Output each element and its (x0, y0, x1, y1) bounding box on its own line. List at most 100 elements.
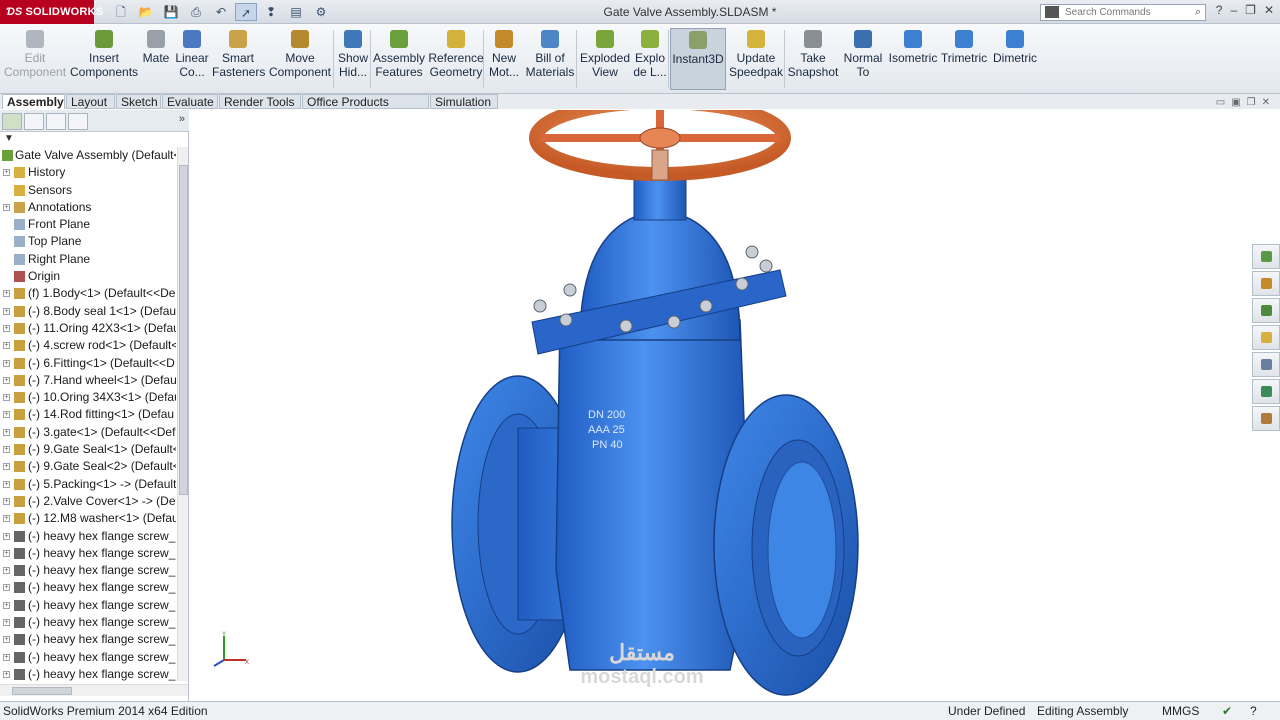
expand-toggle-icon[interactable]: + (3, 376, 10, 384)
help-icon[interactable]: ? (1216, 3, 1223, 17)
search-scope-icon[interactable] (1045, 6, 1059, 18)
dimetric-button[interactable]: Dimetric (990, 28, 1040, 90)
insert-components-button[interactable]: Insert Components (70, 28, 138, 90)
undo-icon[interactable]: ↶ (210, 3, 232, 21)
tree-item[interactable]: Right Plane (0, 251, 176, 268)
expand-toggle-icon[interactable]: + (3, 515, 10, 523)
file-properties-icon[interactable]: ▤ (285, 3, 307, 21)
tab-layout[interactable]: Layout (66, 94, 115, 109)
expand-toggle-icon[interactable]: + (3, 169, 10, 177)
open-folder-icon[interactable]: 📂 (135, 3, 157, 21)
expand-toggle-icon[interactable]: + (3, 619, 10, 627)
normal-to-button[interactable]: Normal To (840, 28, 886, 90)
new-document-icon[interactable]: 🗋 (110, 3, 132, 21)
rebuild-status-icon[interactable]: ✔ (1222, 702, 1232, 720)
tree-item[interactable]: + (-) 2.Valve Cover<1> -> (De (0, 493, 176, 510)
tree-item[interactable]: + (-) 3.gate<1> (Default<<Def (0, 424, 176, 441)
configuration-manager-tab-icon[interactable] (46, 113, 66, 130)
tree-vertical-scrollbar[interactable] (177, 147, 188, 681)
viewport-close-icon[interactable]: ✕ (1262, 97, 1270, 108)
restore-icon[interactable]: ❐ (1245, 3, 1256, 17)
expand-toggle-icon[interactable]: + (3, 290, 10, 298)
tree-item[interactable]: + (-) 8.Body seal 1<1> (Defaul (0, 303, 176, 320)
tab-assembly[interactable]: Assembly (2, 94, 65, 109)
tree-item[interactable]: + (-) heavy hex flange screw_ar (0, 579, 176, 596)
tree-item[interactable]: + (-) heavy hex flange screw_ar (0, 545, 176, 562)
expand-toggle-icon[interactable]: + (3, 463, 10, 471)
expand-toggle-icon[interactable]: + (3, 636, 10, 644)
tree-item[interactable]: Sensors (0, 182, 176, 199)
tab-render-tools[interactable]: Render Tools (219, 94, 301, 109)
expand-toggle-icon[interactable]: + (3, 342, 10, 350)
move-component-button[interactable]: Move Component (268, 28, 332, 90)
expand-toggle-icon[interactable]: + (3, 670, 10, 678)
minimize-icon[interactable]: – (1230, 3, 1237, 17)
gate-valve-model[interactable]: DN 200 AAA 25 PN 40 (430, 110, 890, 701)
select-arrow-icon[interactable]: ➚ (235, 3, 257, 21)
expand-toggle-icon[interactable]: + (3, 307, 10, 315)
close-icon[interactable]: ✕ (1264, 3, 1274, 17)
tree-item[interactable]: + (-) 10.Oring 34X3<1> (Defau (0, 389, 176, 406)
tree-item[interactable]: + (-) 6.Fitting<1> (Default<<D (0, 355, 176, 372)
tree-item[interactable]: + (-) heavy hex flange screw_ar (0, 528, 176, 545)
solidworks-logo[interactable]: ƊS SOLIDWORKS (0, 0, 103, 24)
tree-item[interactable]: + Annotations (0, 199, 176, 216)
expand-toggle-icon[interactable]: + (3, 567, 10, 575)
expand-toggle-icon[interactable]: + (3, 411, 10, 419)
tree-item[interactable]: + (-) heavy hex flange screw_ar (0, 666, 176, 681)
expand-toggle-icon[interactable]: + (3, 549, 10, 557)
expand-toggle-icon[interactable]: + (3, 203, 10, 211)
print-icon[interactable]: ⎙ (185, 3, 207, 21)
rebuild-icon[interactable]: ❢ (260, 3, 282, 21)
tree-item[interactable]: + (f) 1.Body<1> (Default<<De (0, 285, 176, 302)
smart-fasteners-button[interactable]: Smart Fasteners (212, 28, 265, 90)
options-icon[interactable]: ⚙ (310, 3, 332, 21)
tree-item[interactable]: + (-) 14.Rod fitting<1> (Defau (0, 406, 176, 423)
reference-geometry-button[interactable]: Reference Geometry (428, 28, 484, 90)
hand-wheel[interactable] (529, 110, 791, 181)
tree-item[interactable]: + (-) heavy hex flange screw_ar (0, 631, 176, 648)
instant3d-button[interactable]: Instant3D (670, 28, 726, 90)
viewport-restore-icon[interactable]: ❐ (1247, 97, 1256, 108)
viewport-tile-icon[interactable]: ▣ (1231, 97, 1240, 108)
tree-item[interactable]: + (-) 12.M8 washer<1> (Defau (0, 510, 176, 527)
isometric-button[interactable]: Isometric (888, 28, 938, 90)
expand-toggle-icon[interactable]: + (3, 428, 10, 436)
expand-toggle-icon[interactable]: + (3, 359, 10, 367)
tree-item[interactable]: Origin (0, 268, 176, 285)
task-pane-file-explorer[interactable] (1252, 325, 1280, 350)
property-manager-tab-icon[interactable] (24, 113, 44, 130)
tab-evaluate[interactable]: Evaluate (162, 94, 218, 109)
scrollbar-thumb[interactable] (12, 687, 72, 695)
task-pane-design-library[interactable] (1252, 298, 1280, 323)
status-help-icon[interactable]: ? (1250, 702, 1257, 720)
search-icon[interactable]: ⌕ (1195, 5, 1201, 20)
tab-office-products[interactable]: Office Products (302, 94, 429, 109)
trimetric-button[interactable]: Trimetric (940, 28, 988, 90)
tree-item[interactable]: + (-) 9.Gate Seal<2> (Default< (0, 458, 176, 475)
task-pane-resources[interactable] (1252, 244, 1280, 269)
task-pane-home[interactable] (1252, 271, 1280, 296)
expand-panel-icon[interactable]: » (179, 113, 185, 125)
mate-button[interactable]: Mate (140, 28, 172, 90)
exploded-view-button[interactable]: Exploded View (578, 28, 632, 90)
reference-triad[interactable]: Y X (210, 630, 250, 670)
take-snapshot-button[interactable]: Take Snapshot (786, 28, 840, 90)
new-motion-study-button[interactable]: New Mot... (486, 28, 522, 90)
tree-item[interactable]: + (-) 7.Hand wheel<1> (Defaul (0, 372, 176, 389)
display-manager-tab-icon[interactable] (68, 113, 88, 130)
bill-of-materials-button[interactable]: Bill of Materials (524, 28, 576, 90)
save-icon[interactable]: 💾 (160, 3, 182, 21)
linear-component-pattern-button[interactable]: Linear Co... (172, 28, 212, 90)
tree-item[interactable]: + (-) 9.Gate Seal<1> (Default< (0, 441, 176, 458)
tab-simulation[interactable]: Simulation (430, 94, 498, 109)
graphics-area[interactable]: ▭ ▣ ❐ ✕ DN 200 AAA 25 PN 40 Y X مستقل mo… (190, 97, 1280, 701)
tree-item[interactable]: + (-) 4.screw rod<1> (Default< (0, 337, 176, 354)
expand-toggle-icon[interactable]: + (3, 497, 10, 505)
tree-item[interactable]: + (-) heavy hex flange screw_ar (0, 614, 176, 631)
scrollbar-thumb[interactable] (179, 165, 188, 495)
tab-sketch[interactable]: Sketch (116, 94, 161, 109)
show-hidden-button[interactable]: Show Hid... (336, 28, 370, 90)
filter-icon[interactable]: ▼ (4, 133, 14, 144)
feature-manager-tab-icon[interactable] (2, 113, 22, 130)
